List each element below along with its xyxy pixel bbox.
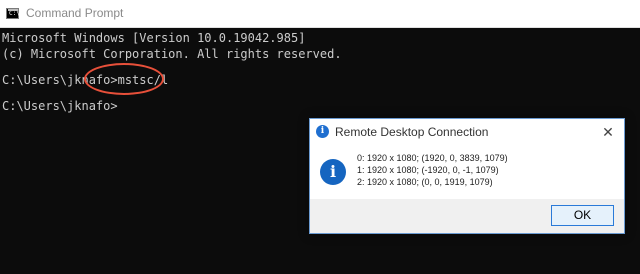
message-line: 0: 1920 x 1080; (1920, 0, 3839, 1079) bbox=[357, 153, 508, 163]
console-line: C:\Users\jknafo> bbox=[2, 99, 118, 113]
console-line: Microsoft Windows [Version 10.0.19042.98… bbox=[2, 31, 306, 45]
window-title: Command Prompt bbox=[26, 6, 124, 20]
message-line: 1: 1920 x 1080; (-1920, 0, -1, 1079) bbox=[357, 165, 499, 175]
dialog-footer: OK bbox=[310, 199, 624, 233]
cmd-icon-glyph: C:\ bbox=[9, 10, 20, 17]
dialog-title: Remote Desktop Connection bbox=[335, 125, 489, 139]
dialog-body: i 0: 1920 x 1080; (1920, 0, 3839, 1079) … bbox=[310, 145, 624, 199]
console-line: (c) Microsoft Corporation. All rights re… bbox=[2, 47, 342, 61]
close-button[interactable]: ✕ bbox=[598, 122, 618, 142]
dialog-title-bar[interactable]: i Remote Desktop Connection ✕ bbox=[310, 119, 624, 145]
cmd-icon: C:\ bbox=[6, 8, 20, 19]
highlight-ring bbox=[84, 63, 164, 95]
ok-button[interactable]: OK bbox=[551, 205, 614, 226]
rdc-dialog: i Remote Desktop Connection ✕ i 0: 1920 … bbox=[309, 118, 625, 234]
cmd-title-bar[interactable]: C:\ Command Prompt bbox=[0, 0, 640, 28]
message-line: 2: 1920 x 1080; (0, 0, 1919, 1079) bbox=[357, 177, 493, 187]
info-icon: i bbox=[320, 159, 346, 185]
info-icon: i bbox=[316, 125, 329, 138]
